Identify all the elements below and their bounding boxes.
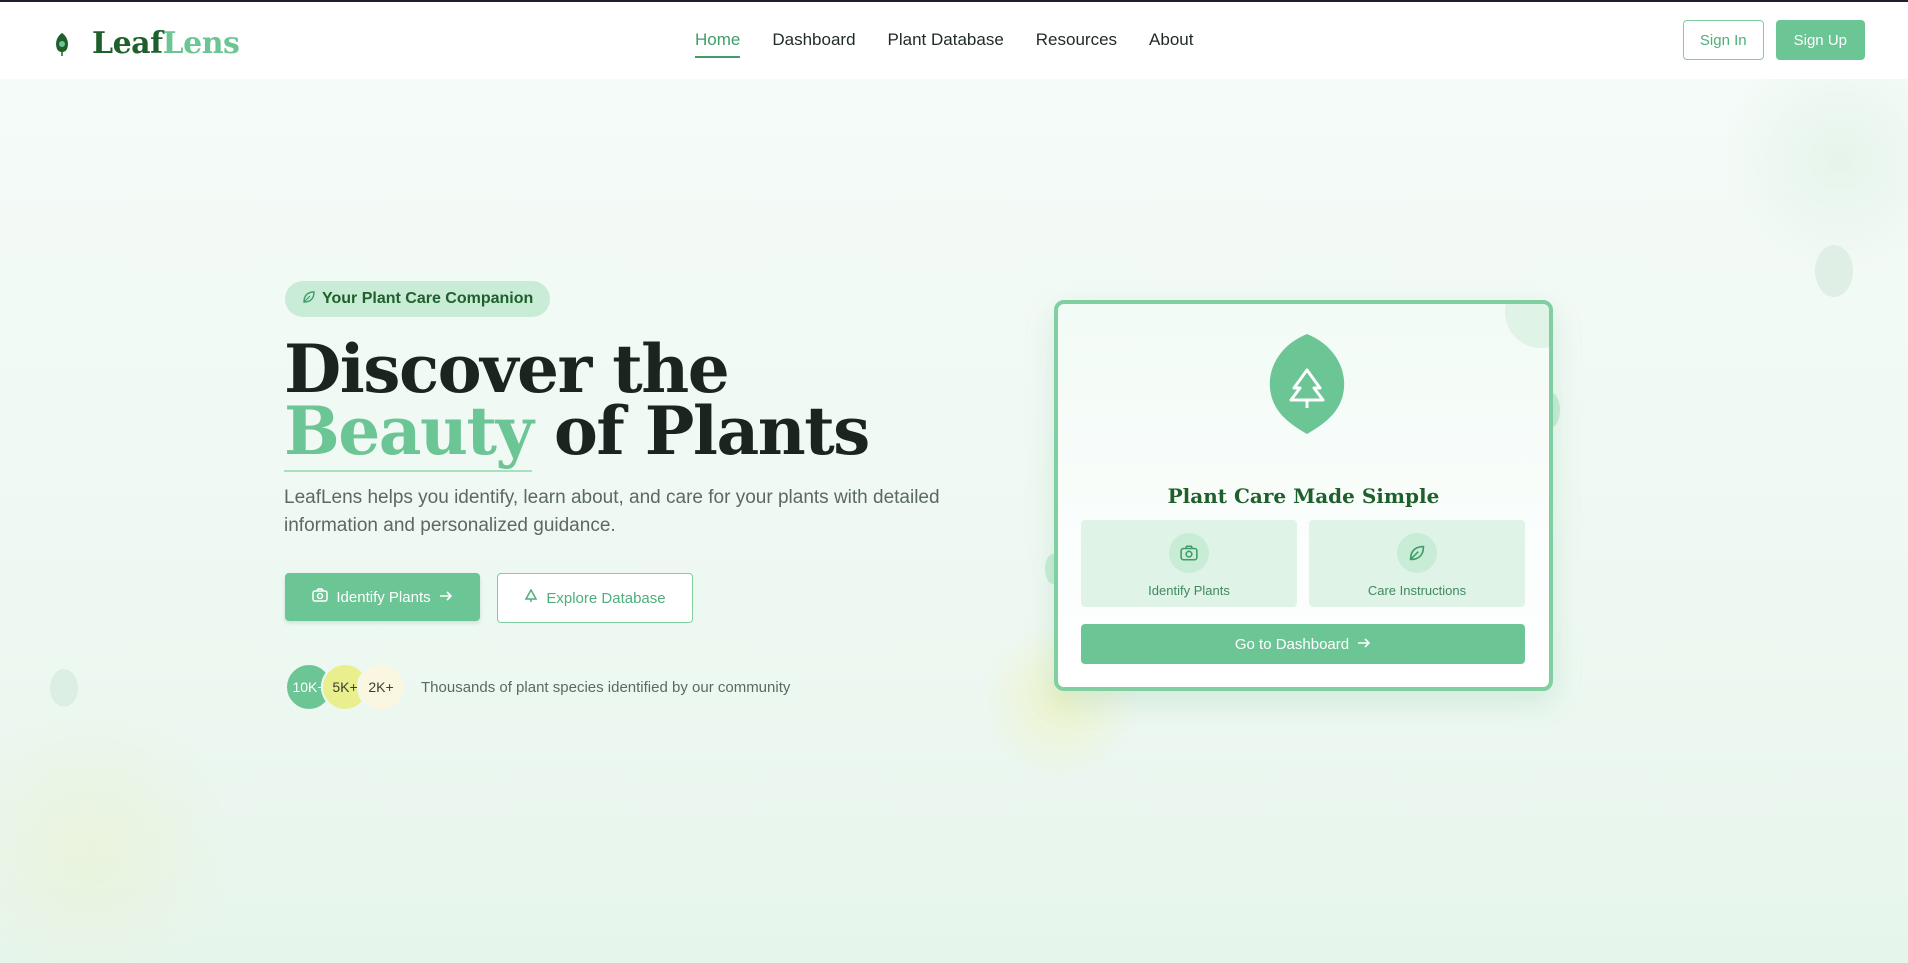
camera-icon: [1169, 533, 1209, 573]
go-to-dashboard-button[interactable]: Go to Dashboard: [1081, 624, 1525, 664]
decorative-blob: [0, 699, 240, 963]
feature-label: Care Instructions: [1367, 583, 1467, 598]
tagline-badge: Your Plant Care Companion: [285, 281, 551, 317]
decorative-blob: [1720, 79, 1908, 279]
hero-subtitle: LeafLens helps you identify, learn about…: [284, 487, 940, 536]
identify-plants-button[interactable]: Identify Plants: [285, 573, 480, 621]
main-nav: Home Dashboard Plant Database Resources …: [695, 30, 1193, 58]
headline-accent: Beauty: [284, 392, 534, 472]
hero-headline: Discover the Beauty of Plants: [284, 336, 984, 472]
stats-caption: Thousands of plant species identified by…: [421, 678, 791, 696]
decorative-leaf-shape: [1815, 245, 1853, 297]
leaf-logo-icon: [50, 29, 74, 59]
headline-text-end: of Plants: [532, 392, 871, 470]
identify-plants-label: Identify Plants: [336, 588, 431, 606]
go-to-dashboard-label: Go to Dashboard: [1234, 635, 1350, 653]
arrow-right-icon: [439, 589, 453, 606]
stat-badge: 2K+: [357, 663, 405, 711]
site-header: LeafLens Home Dashboard Plant Database R…: [0, 2, 1908, 79]
leaf-icon: [302, 290, 316, 309]
camera-icon: [312, 588, 329, 606]
feature-identify-plants[interactable]: Identify Plants: [1081, 520, 1297, 607]
brand-logo[interactable]: LeafLens: [50, 26, 240, 61]
card-title: Plant Care Made Simple: [1167, 484, 1440, 508]
feature-label: Identify Plants: [1148, 583, 1230, 598]
sign-in-button[interactable]: Sign In: [1682, 20, 1764, 60]
community-stats: 10K+ 5K+ 2K+ Thousands of plant species …: [285, 663, 790, 711]
tagline-text: Your Plant Care Companion: [322, 290, 534, 307]
explore-database-label: Explore Database: [546, 589, 666, 607]
tree-leaf-icon: [1268, 332, 1346, 441]
tree-icon: [524, 588, 538, 607]
explore-database-button[interactable]: Explore Database: [497, 573, 693, 623]
feature-care-instructions[interactable]: Care Instructions: [1309, 520, 1525, 607]
auth-buttons: Sign In Sign Up: [1682, 20, 1865, 60]
brand-name-lens: Lens: [162, 26, 240, 61]
leaf-icon: [1397, 533, 1437, 573]
sign-up-button[interactable]: Sign Up: [1775, 20, 1865, 60]
nav-item-dashboard[interactable]: Dashboard: [772, 30, 855, 58]
decorative-leaf-shape: [50, 669, 78, 707]
plant-care-card: Plant Care Made Simple Identify Plants C…: [1054, 300, 1553, 691]
nav-item-resources[interactable]: Resources: [1036, 30, 1117, 58]
nav-item-about[interactable]: About: [1149, 30, 1193, 58]
decorative-corner: [1505, 304, 1549, 348]
nav-item-plant-database[interactable]: Plant Database: [888, 30, 1004, 58]
brand-name-leaf: Leaf: [92, 26, 163, 61]
nav-item-home[interactable]: Home: [695, 30, 741, 58]
brand-name: LeafLens: [92, 26, 240, 61]
arrow-right-icon: [1357, 636, 1371, 653]
